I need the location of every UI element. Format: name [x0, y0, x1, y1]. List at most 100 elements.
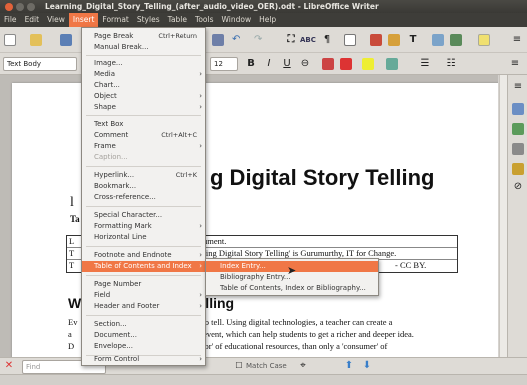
hyperlink-icon[interactable] — [450, 34, 462, 46]
menu-item-media[interactable]: Media › — [82, 69, 205, 80]
properties-icon[interactable] — [512, 103, 524, 115]
menu-item-page-break[interactable]: Page Break Ctrl+Return — [82, 31, 205, 42]
insert-image-icon[interactable] — [370, 34, 382, 46]
menu-styles[interactable]: Styles — [133, 13, 164, 27]
numbered-list-icon[interactable]: ☷ — [444, 58, 458, 70]
menu-tools[interactable]: Tools — [191, 13, 217, 27]
spellcheck-icon[interactable]: ABC — [300, 34, 316, 46]
vertical-scrollbar[interactable] — [499, 75, 507, 357]
brush-icon[interactable] — [212, 34, 224, 46]
italic-button[interactable]: I — [262, 58, 276, 70]
menu-item-form-control[interactable]: Form Control › — [82, 354, 205, 365]
menu-format[interactable]: Format — [98, 13, 132, 27]
align-left-icon[interactable]: ≡ — [508, 58, 522, 70]
sidebar-menu-icon[interactable]: ≡ — [511, 81, 525, 93]
new-document-icon[interactable] — [4, 34, 16, 46]
submenu-arrow-icon: › — [199, 222, 202, 230]
clear-formatting-icon[interactable] — [322, 58, 334, 70]
menu-item-frame[interactable]: Frame › — [82, 141, 205, 152]
menu-item-field[interactable]: Field › — [82, 290, 205, 301]
minimize-window-button[interactable] — [16, 2, 24, 11]
bold-button[interactable]: B — [244, 58, 258, 70]
submenu-arrow-icon: › — [199, 92, 202, 100]
menu-help[interactable]: Help — [255, 13, 280, 27]
styles-icon[interactable] — [512, 123, 524, 135]
match-case-label: Match Case — [246, 362, 287, 370]
comment-icon[interactable] — [478, 34, 490, 46]
menu-window[interactable]: Window — [218, 13, 256, 27]
find-replace-icon[interactable]: ⛶ — [284, 34, 298, 46]
menu-item-object[interactable]: Object › — [82, 91, 205, 102]
menu-item-page-number[interactable]: Page Number — [82, 279, 205, 290]
menu-item-special-character[interactable]: Special Character... — [82, 210, 205, 221]
table-cell-right: - CC BY. — [395, 260, 427, 270]
menu-insert[interactable]: Insert — [68, 13, 99, 27]
menu-item-manual-break[interactable]: Manual Break... — [82, 42, 205, 53]
body-line-right: ries to tell. Using digital technologies… — [188, 317, 393, 327]
menu-item-formatting-mark[interactable]: Formatting Mark › — [82, 221, 205, 232]
match-case-checkbox[interactable]: ☐ — [232, 360, 246, 372]
close-window-button[interactable] — [5, 2, 13, 11]
formatting-marks-icon[interactable]: ¶ — [320, 34, 334, 46]
special-character-icon[interactable] — [432, 34, 444, 46]
document-workspace: g Digital Story Telling l Ta L ocument. … — [0, 75, 498, 357]
save-icon[interactable] — [60, 34, 72, 46]
redo-icon[interactable]: ↷ — [254, 34, 266, 46]
menu-item-label: Page Break — [94, 32, 134, 40]
submenu-item-toc-index-bibliography[interactable]: Table of Contents, Index or Bibliography… — [206, 283, 378, 294]
menu-item-comment[interactable]: Comment Ctrl+Alt+C — [82, 130, 205, 141]
menu-item-bookmark[interactable]: Bookmark... — [82, 181, 205, 192]
menu-item-horizontal-line[interactable]: Horizontal Line — [82, 232, 205, 243]
menu-item-image[interactable]: Image... — [82, 58, 205, 69]
menu-item-hyperlink[interactable]: Hyperlink... Ctrl+K — [82, 170, 205, 181]
doc-letter-l: l — [70, 195, 74, 210]
menu-view[interactable]: View — [43, 13, 69, 27]
find-next-icon[interactable]: ⬇ — [360, 360, 374, 372]
character-background-icon[interactable] — [386, 58, 398, 70]
doc-ta-text: Ta — [70, 214, 80, 224]
find-all-icon[interactable]: ⌖ — [296, 360, 310, 372]
menu-item-cross-reference[interactable]: Cross-reference... — [82, 192, 205, 203]
body-line-left: a — [68, 329, 72, 339]
menu-item-envelope[interactable]: Envelope... — [82, 341, 205, 352]
menu-file[interactable]: File — [0, 13, 21, 27]
menu-item-label: Formatting Mark — [94, 222, 152, 230]
menu-table[interactable]: Table — [164, 13, 191, 27]
insert-text-icon[interactable]: T — [406, 34, 420, 46]
menu-separator — [86, 246, 201, 247]
menu-item-chart[interactable]: Chart... — [82, 80, 205, 91]
bullet-list-icon[interactable]: ☰ — [418, 58, 432, 70]
menu-item-shape[interactable]: Shape › — [82, 102, 205, 113]
menu-edit[interactable]: Edit — [21, 13, 44, 27]
menu-separator — [86, 166, 201, 167]
highlight-icon[interactable] — [362, 58, 374, 70]
standard-toolbar: ↶ ↷ ⛶ ABC ¶ T ≡ — [0, 27, 527, 53]
menu-item-header-footer[interactable]: Header and Footer › — [82, 301, 205, 312]
strikethrough-icon[interactable]: ⊖ — [298, 58, 312, 70]
navigator-icon[interactable] — [512, 163, 524, 175]
menu-item-label: Shape — [94, 103, 116, 111]
menu-item-section[interactable]: Section... — [82, 319, 205, 330]
find-previous-icon[interactable]: ⬆ — [342, 360, 356, 372]
maximize-window-button[interactable] — [27, 2, 35, 11]
menu-item-footnote-endnote[interactable]: Footnote and Endnote › — [82, 250, 205, 261]
insert-chart-icon[interactable] — [388, 34, 400, 46]
menu-item-text-box[interactable]: Text Box — [82, 119, 205, 130]
font-size-combo[interactable]: 12 — [210, 57, 238, 71]
menu-item-document[interactable]: Document... — [82, 330, 205, 341]
menu-item-shortcut: Ctrl+Alt+C — [161, 131, 197, 139]
close-find-icon[interactable]: ✕ — [2, 360, 16, 372]
open-folder-icon[interactable] — [30, 34, 42, 46]
table-cell-left: T — [69, 260, 75, 270]
more-options-icon[interactable]: ≡ — [510, 34, 524, 46]
gallery-icon[interactable] — [512, 143, 524, 155]
menu-item-table-of-contents[interactable]: Table of Contents and Index › — [82, 261, 205, 272]
compass-icon[interactable]: ⊘ — [511, 181, 525, 193]
menu-item-caption: Caption... — [82, 152, 205, 163]
undo-icon[interactable]: ↶ — [232, 34, 244, 46]
insert-table-icon[interactable] — [344, 34, 356, 46]
underline-button[interactable]: U — [280, 58, 294, 70]
font-color-icon[interactable] — [340, 58, 352, 70]
body-line-left: D — [68, 341, 75, 351]
paragraph-style-combo[interactable]: Text Body — [3, 57, 77, 71]
